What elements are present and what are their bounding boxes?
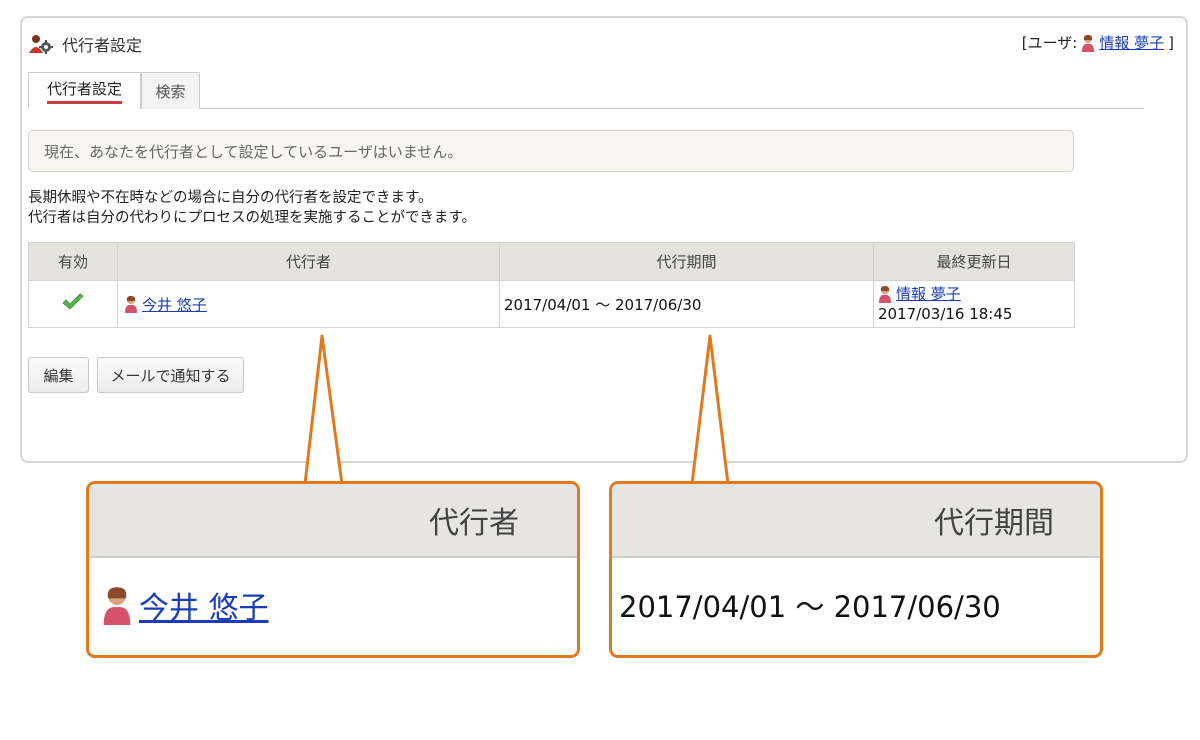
callout-period: 代行期間 2017/04/01 〜 2017/06/30: [609, 481, 1103, 658]
callout-period-value: 2017/04/01 〜 2017/06/30: [619, 590, 1001, 624]
callout-pointer-period: [690, 334, 730, 486]
callout-period-header: 代行期間: [612, 484, 1100, 558]
callout-proxy-header: 代行者: [89, 484, 577, 558]
user-icon: [101, 585, 133, 625]
callout-proxy: 代行者 今井 悠子: [86, 481, 580, 658]
callout-proxy-user-link[interactable]: 今井 悠子: [139, 583, 269, 627]
callout-pointer-proxy: [303, 334, 344, 486]
callout-proxy-body: 今井 悠子: [89, 558, 577, 652]
